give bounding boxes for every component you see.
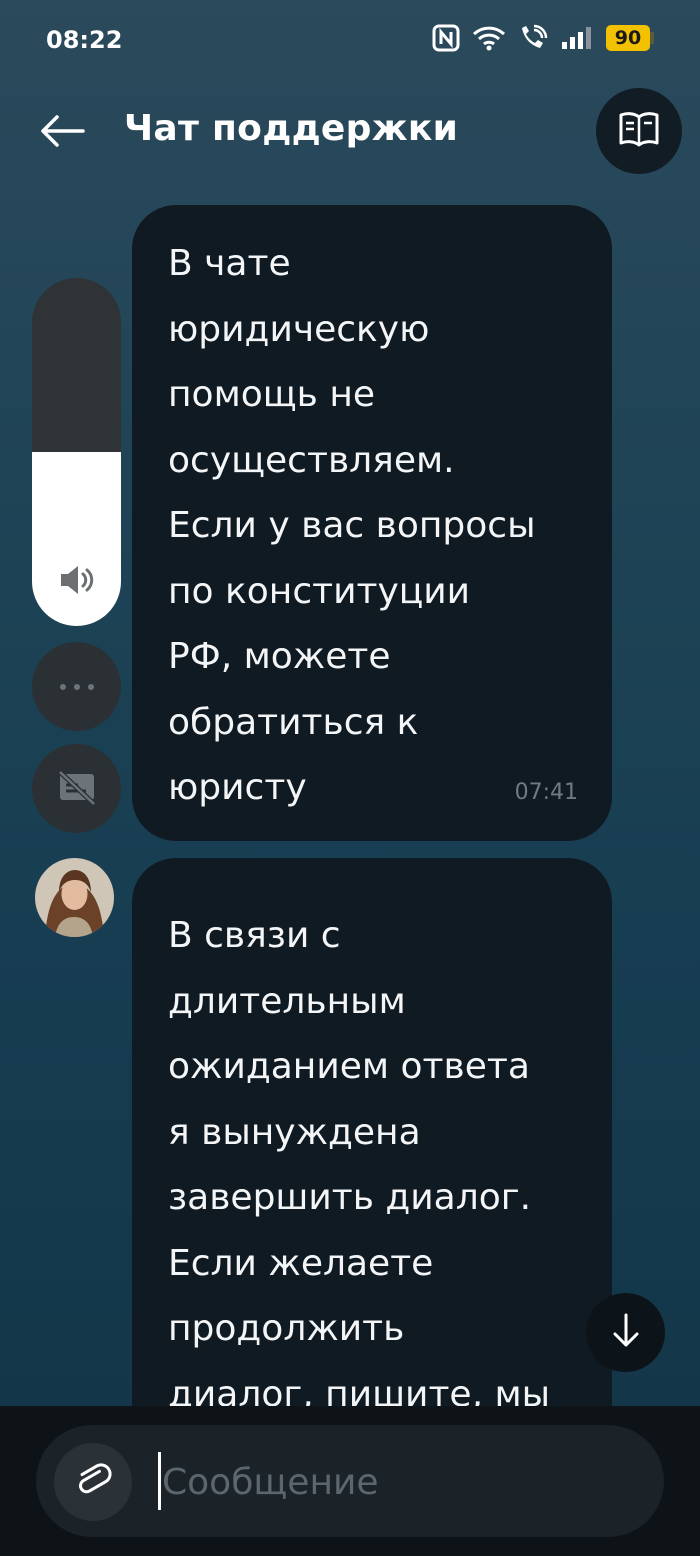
message-bubble[interactable]: В связи с длительным ожиданием ответа я … [132, 858, 612, 1478]
status-icons: 90 [432, 24, 654, 52]
message-time: 07:41 [514, 780, 578, 805]
more-dots-icon [57, 677, 97, 696]
message-text: В связи с длительным ожиданием ответа я … [168, 915, 551, 1415]
chat-header: Чат поддержки [0, 88, 700, 178]
back-button[interactable] [34, 108, 90, 158]
attach-button[interactable] [54, 1443, 132, 1521]
status-bar: 08:22 90 [0, 0, 700, 80]
volume-slider[interactable] [32, 278, 121, 626]
agent-avatar[interactable] [35, 858, 114, 937]
scroll-down-button[interactable] [586, 1293, 665, 1372]
captions-off-icon [57, 769, 97, 809]
book-button[interactable] [596, 88, 682, 174]
paperclip-icon [73, 1460, 113, 1504]
message-input[interactable] [162, 1452, 632, 1512]
wifi-call-icon [518, 24, 548, 52]
book-icon [617, 109, 661, 153]
arrow-left-icon [39, 114, 85, 152]
text-caret [158, 1452, 161, 1510]
battery-icon: 90 [606, 25, 654, 51]
nfc-icon [432, 24, 460, 52]
captions-button[interactable] [32, 744, 121, 833]
page-title: Чат поддержки [124, 108, 459, 149]
speaker-icon [57, 560, 97, 604]
wifi-icon [472, 25, 506, 51]
signal-icon [560, 25, 594, 51]
arrow-down-icon [611, 1313, 641, 1353]
status-time: 08:22 [46, 26, 123, 54]
volume-more-button[interactable] [32, 642, 121, 731]
battery-level: 90 [606, 25, 650, 51]
message-bubble[interactable]: В чате юридическую помощь не осуществляе… [132, 205, 612, 841]
message-text: В чате юридическую помощь не осуществляе… [168, 243, 536, 808]
